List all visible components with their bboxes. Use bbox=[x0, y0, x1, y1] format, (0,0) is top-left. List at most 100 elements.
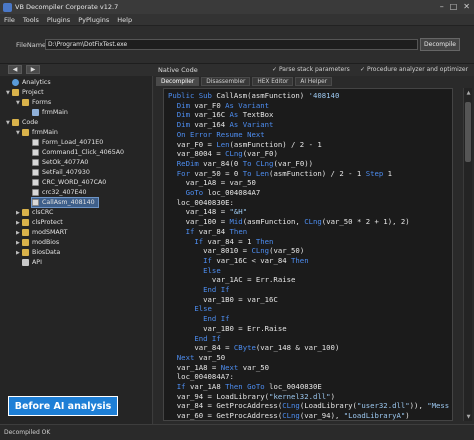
maximize-icon[interactable]: □ bbox=[450, 2, 458, 11]
tree-item-forms[interactable]: ▼ Forms bbox=[16, 98, 51, 107]
tree-item-proc[interactable]: crc32_407E40 bbox=[32, 188, 87, 197]
forward-button[interactable]: ▶ bbox=[26, 65, 40, 74]
scroll-up-icon[interactable]: ▲ bbox=[464, 88, 473, 97]
tab-hex-editor[interactable]: HEX Editor bbox=[252, 77, 294, 86]
scroll-down-icon[interactable]: ▼ bbox=[464, 412, 473, 421]
native-code-label: Native Code bbox=[158, 66, 198, 74]
code-line: Dim var_16C As TextBox bbox=[168, 110, 274, 120]
menu-tools[interactable]: Tools bbox=[23, 16, 39, 24]
file-bar: FileName: Decompile bbox=[0, 26, 474, 64]
folder-icon bbox=[22, 219, 29, 226]
code-line: If var_84 = 1 Then bbox=[168, 236, 274, 246]
code-line: If var_1A8 Then GoTo loc_0040830E bbox=[168, 382, 322, 391]
folder-icon bbox=[22, 129, 29, 136]
decompile-button[interactable]: Decompile bbox=[420, 38, 460, 51]
status-bar: Decompiled OK bbox=[0, 424, 474, 440]
code-line: Else bbox=[168, 304, 212, 314]
tree-item-proc[interactable]: Form_Load_4071E0 bbox=[32, 138, 103, 147]
code-line: var_1AC = Err.Raise bbox=[168, 275, 296, 285]
function-icon bbox=[32, 189, 39, 196]
tree-item-proc[interactable]: Command1_Click_4065A0 bbox=[32, 148, 124, 157]
menu-file[interactable]: File bbox=[4, 16, 15, 24]
code-scrollbar[interactable]: ▲ ▼ bbox=[463, 88, 472, 421]
menu-pyplugins[interactable]: PyPlugins bbox=[78, 16, 109, 24]
tree-item-proc[interactable]: CRC_WORD_407CA0 bbox=[32, 178, 106, 187]
code-line: ReDim var_84(0 To CLng(var_F0)) bbox=[168, 158, 314, 168]
tree-item-project[interactable]: ▼ Project bbox=[6, 88, 44, 97]
code-line: Else bbox=[168, 265, 221, 275]
code-line: End If bbox=[168, 333, 221, 343]
code-line: loc_0040830E: bbox=[168, 197, 234, 207]
folder-icon bbox=[22, 209, 29, 216]
check-icon: ✓ bbox=[272, 66, 279, 73]
code-line: var_8010 = CLng(var_50) bbox=[168, 246, 305, 256]
code-line: Dim var_164 As Variant bbox=[168, 120, 274, 130]
tree-item-module[interactable]: ▶ modSMART bbox=[16, 228, 67, 237]
tab-decompiler[interactable]: Decompiler bbox=[156, 77, 200, 86]
code-line: var_148 = "&H" bbox=[168, 207, 248, 217]
menu-plugins[interactable]: Plugins bbox=[47, 16, 70, 24]
tree-item-frmmain-form[interactable]: frmMain bbox=[26, 108, 68, 117]
scroll-thumb[interactable] bbox=[465, 102, 471, 162]
view-tabs: Decompiler Disassembler HEX Editor AI He… bbox=[156, 77, 333, 86]
folder-icon bbox=[22, 99, 29, 106]
code-line: var_1A8 = Next var_50 bbox=[168, 362, 270, 372]
code-line: On Error Resume Next bbox=[168, 129, 265, 139]
code-line: var_1B0 = var_16C bbox=[168, 294, 278, 304]
code-line: var_F0 = Len(asmFunction) / 2 - 1 bbox=[168, 139, 322, 149]
overlay-badge: Before AI analysis bbox=[8, 396, 118, 416]
code-line: Dim var_F0 As Variant bbox=[168, 100, 270, 110]
form-icon bbox=[32, 109, 39, 116]
function-icon bbox=[32, 199, 39, 206]
folder-icon bbox=[22, 229, 29, 236]
menu-bar: File Tools Plugins PyPlugins Help bbox=[0, 14, 474, 26]
tree-item-module[interactable]: ▶ clsCRC bbox=[16, 208, 53, 217]
tree-item-frmmain-code[interactable]: ▼ frmMain bbox=[16, 128, 58, 137]
tree-item-proc[interactable]: SetFail_407930 bbox=[32, 168, 90, 177]
filename-input[interactable] bbox=[45, 39, 418, 50]
tree-item-code[interactable]: ▼ Code bbox=[6, 118, 38, 127]
back-button[interactable]: ◀ bbox=[8, 65, 22, 74]
code-line: Public Sub CallAsm(asmFunction) '408140 bbox=[168, 91, 340, 100]
tree-item-analytics[interactable]: Analytics bbox=[6, 78, 51, 87]
app-icon bbox=[3, 2, 12, 12]
function-icon bbox=[32, 159, 39, 166]
code-editor[interactable]: Public Sub CallAsm(asmFunction) '408140 … bbox=[163, 88, 453, 421]
tree-item-module[interactable]: ▶ BiosData bbox=[16, 248, 60, 257]
procedure-analyzer-option[interactable]: ✓ Procedure analyzer and optimizer bbox=[360, 66, 468, 73]
filename-label: FileName: bbox=[16, 41, 49, 49]
code-line: var_8004 = CLng(var_F0) bbox=[168, 149, 278, 159]
tree-item-module[interactable]: API bbox=[16, 258, 42, 267]
code-line: End If bbox=[168, 314, 230, 324]
tree-item-module[interactable]: ▶ clsProtect bbox=[16, 218, 63, 227]
code-line: var_1A8 = var_50 bbox=[168, 178, 256, 188]
minimize-icon[interactable]: – bbox=[440, 2, 444, 11]
menu-help[interactable]: Help bbox=[117, 16, 132, 24]
code-panel: Decompiler Disassembler HEX Editor AI He… bbox=[154, 76, 474, 424]
code-line: var_1B0 = Err.Raise bbox=[168, 323, 287, 333]
code-line: var_84 = CByte(var_148 & var_100) bbox=[168, 343, 340, 353]
project-tree: Analytics ▼ Project ▼ Forms frmMain ▼ Co… bbox=[0, 76, 153, 424]
code-line: If var_84 Then bbox=[168, 226, 248, 236]
function-icon bbox=[32, 179, 39, 186]
tree-item-module[interactable]: ▶ modBios bbox=[16, 238, 59, 247]
tab-disassembler[interactable]: Disassembler bbox=[201, 77, 251, 86]
function-icon bbox=[32, 149, 39, 156]
file-icon bbox=[22, 259, 29, 266]
code-line: var_60 = GetProcAddress(CLng(var_94), "L… bbox=[168, 411, 410, 421]
folder-icon bbox=[22, 239, 29, 246]
code-line: For var_50 = 0 To Len(asmFunction) / 2 -… bbox=[168, 168, 393, 178]
window-controls: – □ ✕ bbox=[440, 2, 470, 11]
title-bar: VB Decompiler Corporate v12.7 – □ ✕ bbox=[0, 0, 474, 14]
code-line: Next var_50 bbox=[168, 352, 226, 362]
tree-item-proc-selected[interactable]: CallAsm_408140 bbox=[31, 197, 99, 208]
folder-icon bbox=[12, 119, 19, 126]
code-line: var_100 = Mid(asmFunction, CLng(var_50 *… bbox=[168, 217, 410, 227]
status-text: Decompiled OK bbox=[4, 429, 51, 436]
code-line: End If bbox=[168, 285, 230, 294]
parse-stack-option[interactable]: ✓ Parse stack parameters bbox=[272, 66, 350, 73]
tab-ai-helper[interactable]: AI Helper bbox=[295, 77, 333, 86]
code-line: loc_004084A7: bbox=[168, 372, 234, 382]
close-icon[interactable]: ✕ bbox=[463, 2, 470, 11]
tree-item-proc[interactable]: SetOk_4077A0 bbox=[32, 158, 88, 167]
